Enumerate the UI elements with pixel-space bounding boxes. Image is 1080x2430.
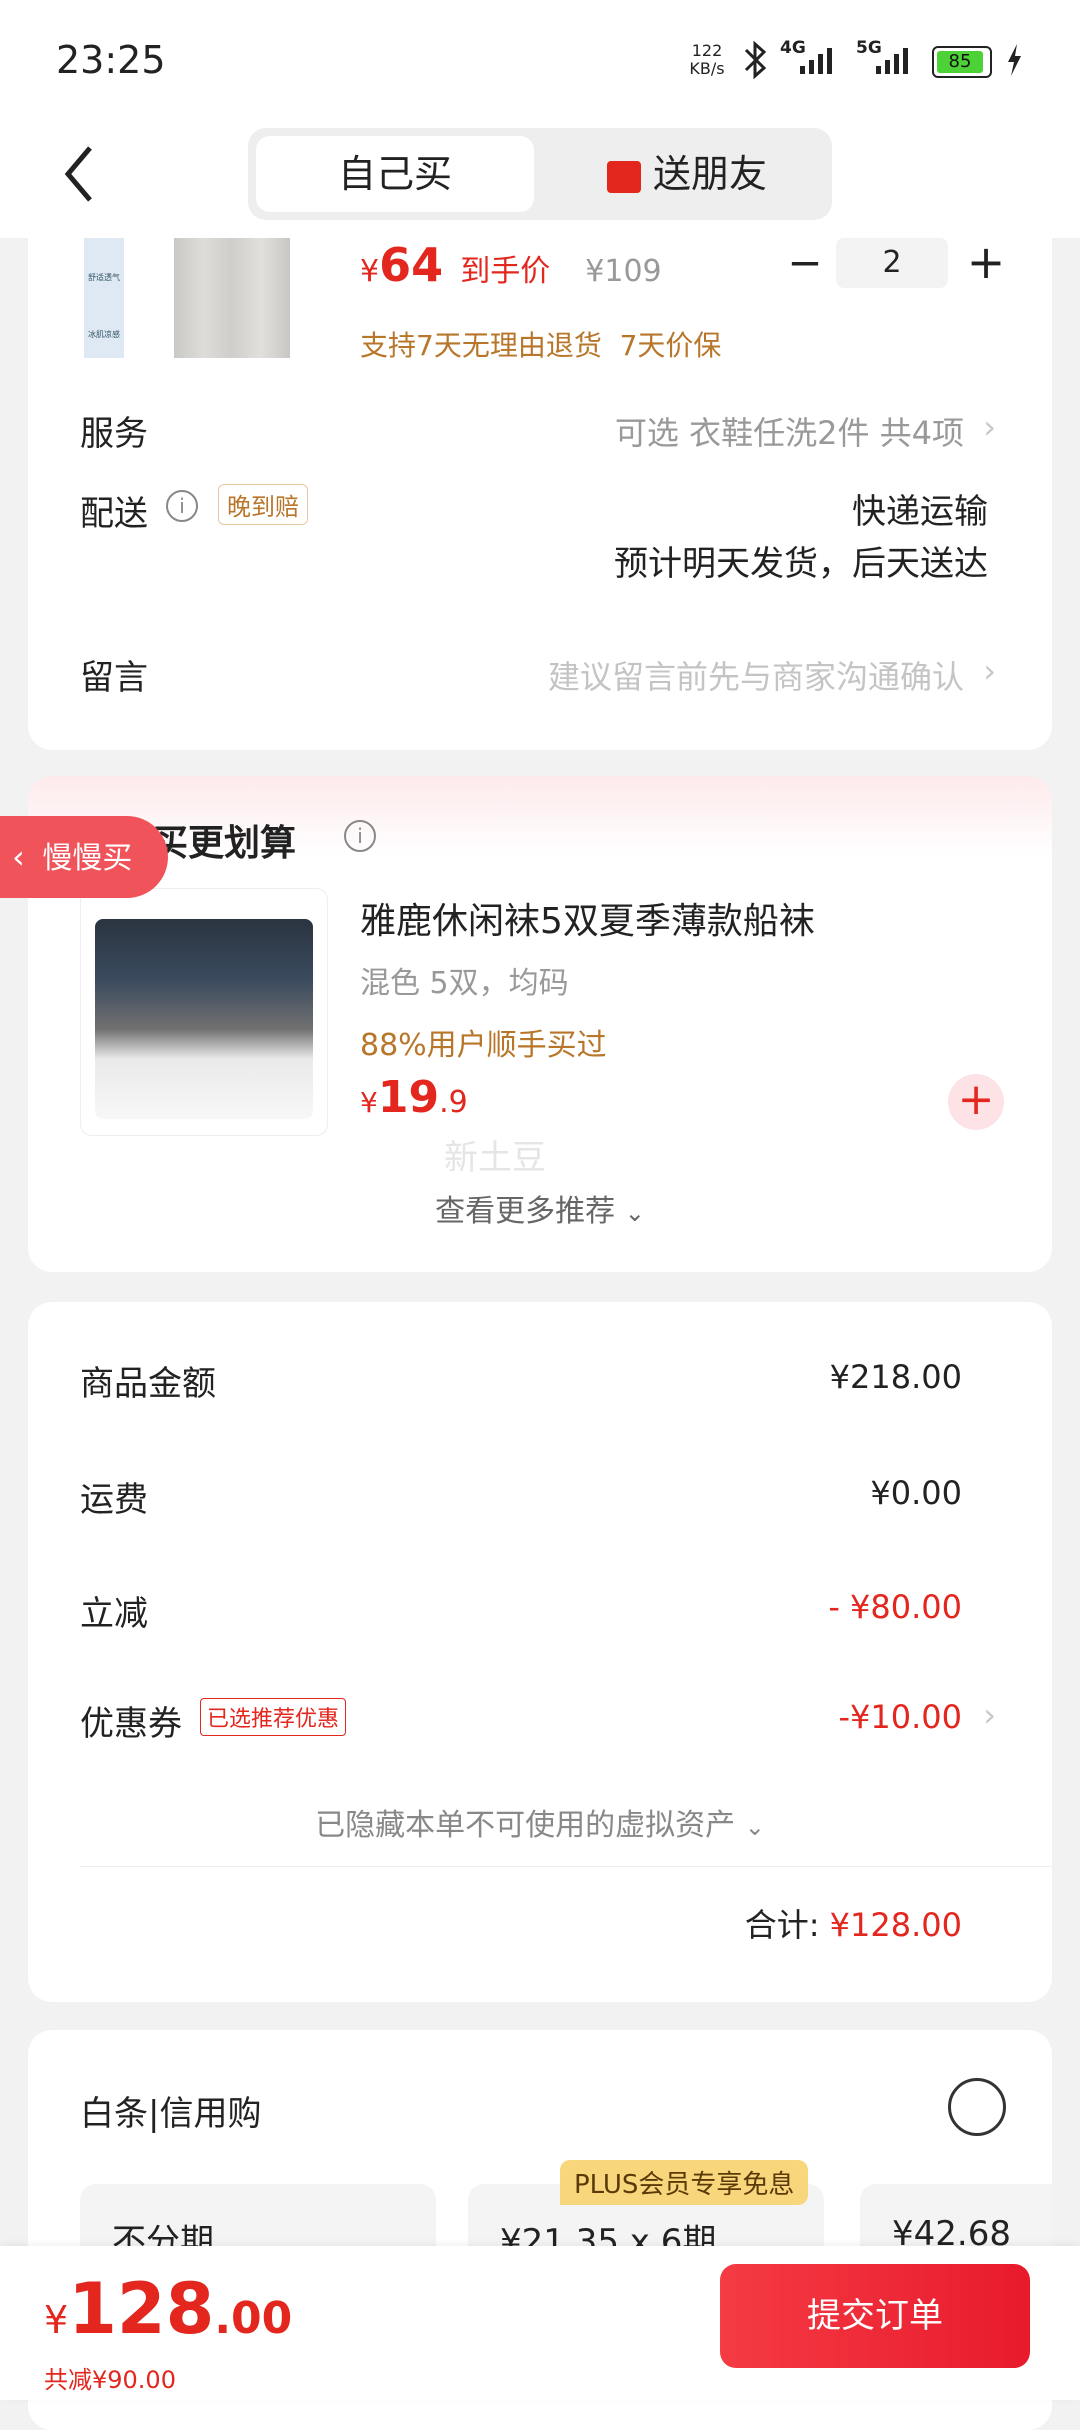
message-row[interactable]: 留言 建议留言前先与商家沟通确认 › [28, 640, 1052, 712]
delivery-label: 配送 [80, 494, 148, 534]
signal-icon-1 [800, 48, 832, 74]
bottom-total-dec: .00 [214, 2293, 293, 2344]
discount-value: - ¥80.00 [828, 1588, 962, 1626]
bottom-currency: ¥ [44, 2298, 69, 2342]
bottom-total-int: 128 [68, 2268, 215, 2350]
order-card: 舒适透气 冰肌凉感 ¥64 到手价 ¥109 − 2 + 支持7天无理由退货 7… [28, 238, 1052, 750]
tab-gift[interactable]: 送朋友 [548, 136, 826, 212]
net-speed: 122 KB/s [682, 42, 732, 78]
status-bar: 23:25 122 KB/s 4G 5G 85 [0, 0, 1080, 120]
delivery-eta: 预计明天发货，后天送达 [614, 544, 988, 584]
credit-radio[interactable] [948, 2078, 1006, 2136]
addon-item-social: 88%用户顺手买过 [360, 1028, 607, 1063]
tab-self-buy[interactable]: 自己买 [256, 136, 534, 212]
socks-image [95, 919, 313, 1119]
battery-icon: 85 [932, 46, 992, 78]
price-value: 64 [379, 238, 444, 292]
more-label: 查看更多推荐 [435, 1194, 616, 1229]
product-price: ¥64 到手价 ¥109 [360, 238, 662, 292]
net-speed-unit: KB/s [689, 59, 725, 78]
net-speed-value: 122 [691, 41, 723, 60]
chevron-down-icon: ⌄ [624, 1199, 645, 1227]
credit-title: 白条|信用购 [80, 2094, 262, 2134]
subtotal-value: ¥218.00 [829, 1358, 962, 1396]
coupon-badge: 已选推荐优惠 [200, 1698, 347, 1736]
service-label: 服务 [80, 414, 148, 454]
addon-item-price: ¥19.9 [360, 1072, 468, 1123]
addon-price-dec: .9 [439, 1085, 468, 1120]
addon-item-title[interactable]: 雅鹿休闲袜5双夏季薄款船袜 [360, 892, 815, 944]
addon-card: 顺手买更划算 i 雅鹿休闲袜5双夏季薄款船袜 混色 5双，均码 88%用户顺手买… [28, 776, 1052, 1272]
gift-icon [606, 160, 641, 193]
product-tag-2: 冰肌凉感 [88, 330, 120, 339]
purchase-mode-switch: 自己买 送朋友 [248, 128, 832, 220]
info-icon[interactable]: i [344, 820, 376, 852]
total-label: 合计: [744, 1906, 820, 1944]
product-tag-1: 舒适透气 [88, 273, 120, 282]
hidden-assets-toggle[interactable]: 已隐藏本单不可使用的虚拟资产 ⌄ [28, 1800, 1052, 1844]
chevron-right-icon: › [983, 408, 996, 446]
status-time: 23:25 [56, 38, 166, 82]
watermark-text: 新土豆 [444, 1138, 546, 1178]
submit-order-button[interactable]: 提交订单 [720, 2264, 1030, 2368]
message-input[interactable]: 建议留言前先与商家沟通确认 [548, 652, 964, 698]
add-item-button[interactable]: + [948, 1074, 1004, 1130]
chevron-left-icon: ‹ [12, 838, 25, 876]
product-image-fabric [174, 238, 290, 358]
more-recommendations-link[interactable]: 查看更多推荐 ⌄ [28, 1186, 1052, 1230]
coupon-row[interactable]: 优惠券 已选推荐优惠 -¥10.00 › [28, 1682, 1052, 1758]
plus-badge: PLUS会员专享免息 [560, 2160, 809, 2205]
subtotal-label: 商品金额 [80, 1364, 216, 1404]
coupon-value: -¥10.00 [838, 1698, 962, 1736]
service-value: 可选 衣鞋任洗2件 共4项 [614, 414, 964, 452]
bluetooth-icon [744, 40, 767, 80]
bottom-saved: 共减¥90.00 [44, 2366, 176, 2394]
delivery-method: 快递运输 [852, 492, 988, 532]
service-row[interactable]: 服务 可选 衣鞋任洗2件 共4项 › [28, 394, 1052, 466]
original-price: ¥109 [585, 254, 662, 289]
bottom-total: ¥128.00 [44, 2268, 292, 2350]
bottom-bar: ¥128.00 共减¥90.00 提交订单 [0, 2246, 1080, 2400]
message-label: 留言 [80, 658, 148, 698]
qty-minus-button[interactable]: − [786, 238, 824, 288]
addon-price-int: 19 [377, 1072, 440, 1123]
product-image-side: 舒适透气 冰肌凉感 [84, 238, 124, 358]
tab-gift-label: 送朋友 [652, 152, 767, 196]
coupon-label: 优惠券 [80, 1704, 182, 1744]
addon-item-image[interactable] [80, 888, 328, 1136]
chevron-right-icon: › [983, 1696, 996, 1734]
info-icon[interactable]: i [166, 490, 198, 522]
guarantee-text: 支持7天无理由退货 7天价保 [360, 329, 722, 362]
chevron-down-icon: ⌄ [744, 1813, 765, 1841]
total-value: ¥128.00 [829, 1906, 962, 1944]
shipping-value: ¥0.00 [870, 1474, 962, 1512]
slow-buy-button[interactable]: ‹ 慢慢买 [0, 816, 168, 898]
price-currency: ¥ [360, 254, 380, 289]
product-image[interactable]: 舒适透气 冰肌凉感 [84, 238, 290, 358]
qty-input[interactable]: 2 [836, 238, 948, 288]
qty-plus-button[interactable]: + [964, 238, 1008, 288]
divider [80, 1866, 1052, 1867]
delivery-row: 配送 i 晚到赔 快递运输 预计明天发货，后天送达 [28, 474, 1052, 594]
header: 自己买 送朋友 [0, 120, 1080, 238]
price-label: 到手价 [460, 254, 551, 289]
late-compensation-badge: 晚到赔 [218, 484, 308, 525]
chevron-right-icon: › [983, 652, 996, 690]
addon-item-spec: 混色 5双，均码 [360, 966, 569, 1001]
hidden-assets-label: 已隐藏本单不可使用的虚拟资产 [315, 1808, 736, 1843]
shipping-label: 运费 [80, 1480, 148, 1520]
order-total: 合计: ¥128.00 [745, 1900, 962, 1946]
signal-icon-2 [876, 48, 908, 74]
back-arrow-icon [64, 146, 92, 202]
discount-label: 立减 [80, 1594, 148, 1634]
back-button[interactable] [60, 142, 100, 217]
charging-icon [1008, 44, 1021, 76]
battery-level: 85 [937, 51, 983, 73]
slow-buy-label: 慢慢买 [42, 841, 133, 876]
addon-price-currency: ¥ [360, 1086, 378, 1119]
price-summary-card: 商品金额 ¥218.00 运费 ¥0.00 立减 - ¥80.00 优惠券 已选… [28, 1302, 1052, 2002]
